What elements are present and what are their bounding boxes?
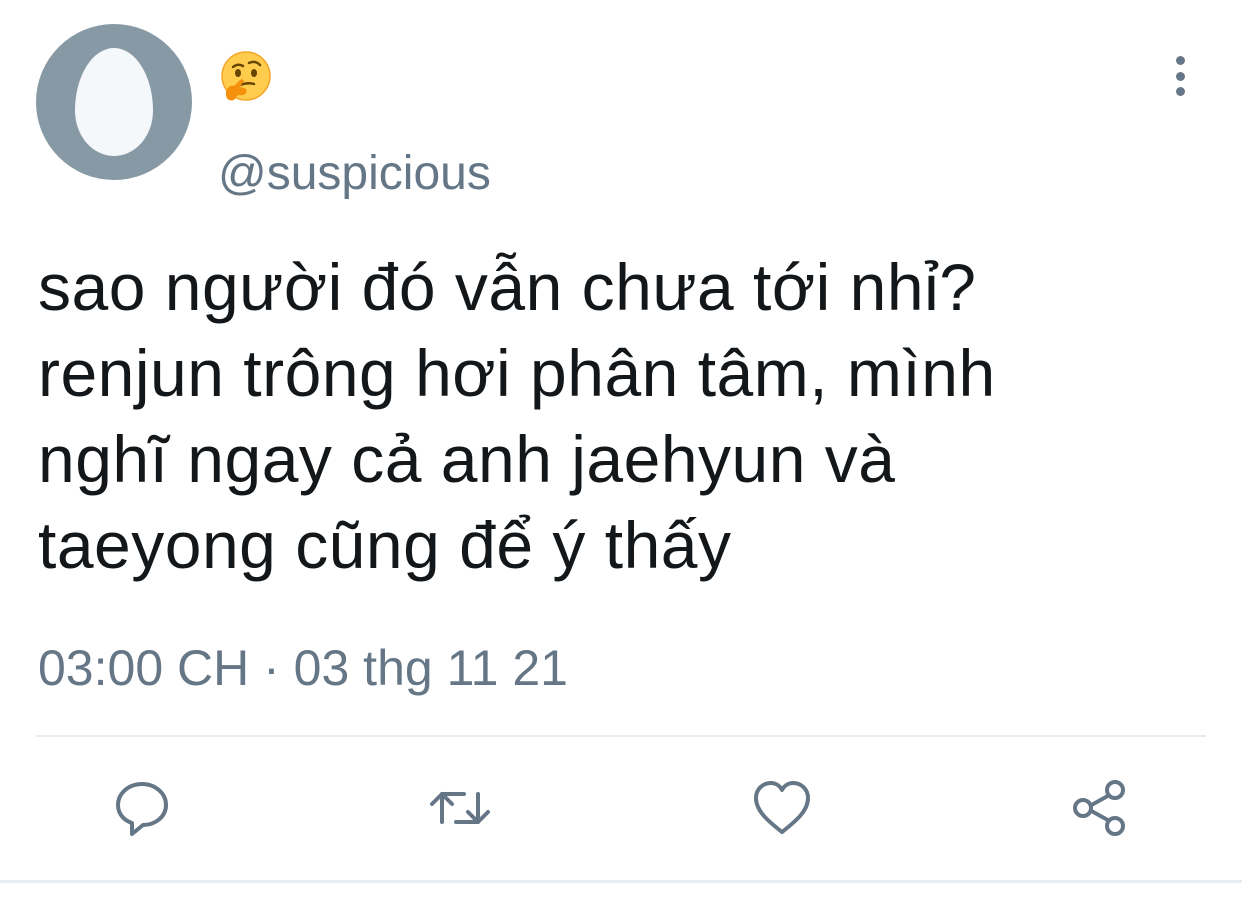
tweet-text: sao người đó vẫn chưa tới nhỉ? renjun tr… xyxy=(38,244,1208,588)
avatar[interactable] xyxy=(36,24,192,180)
default-egg-icon xyxy=(75,48,153,156)
retweet-icon xyxy=(430,792,490,824)
share-icon xyxy=(1073,780,1125,836)
tweet-text-line: nghĩ ngay cả anh jaehyun và xyxy=(38,422,896,496)
user-handle[interactable]: @suspicious xyxy=(218,146,491,202)
tweet-text-line: sao người đó vẫn chưa tới nhỉ? xyxy=(38,250,977,324)
tweet-timestamp[interactable]: 03:00 CH · 03 thg 11 21 xyxy=(38,636,568,700)
tweet-text-line: taeyong cũng để ý thấy xyxy=(38,508,732,582)
divider xyxy=(36,735,1206,737)
heart-icon xyxy=(754,781,810,834)
thinking-face-icon xyxy=(221,51,271,101)
display-name-emoji[interactable] xyxy=(218,50,274,106)
share-button[interactable] xyxy=(1068,776,1132,840)
reply-button[interactable] xyxy=(110,776,174,840)
more-dot-icon xyxy=(1175,56,1185,65)
bottom-divider xyxy=(0,880,1242,883)
like-button[interactable] xyxy=(750,776,814,840)
tweet-text-line: renjun trông hơi phân tâm, mình xyxy=(38,336,996,410)
more-dot-icon xyxy=(1175,87,1185,96)
more-dot-icon xyxy=(1175,71,1185,81)
retweet-button[interactable] xyxy=(428,776,492,840)
more-options-button[interactable] xyxy=(1160,52,1200,100)
speech-bubble-icon xyxy=(116,782,168,836)
